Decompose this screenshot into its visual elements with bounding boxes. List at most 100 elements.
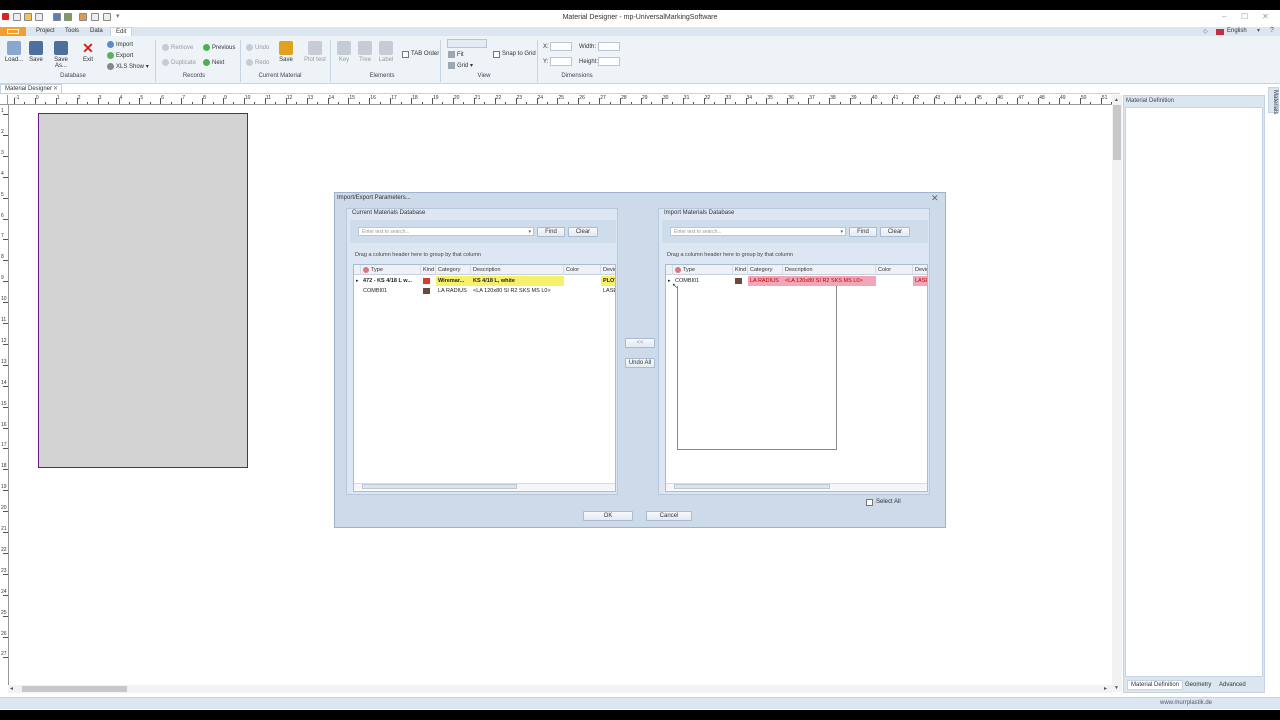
plot-test-button[interactable]: Plot test <box>302 41 328 63</box>
ruler-tick-label: 50 <box>1080 95 1087 101</box>
menu-edit[interactable]: Edit <box>110 27 133 36</box>
save-as-button[interactable]: Save As... <box>48 41 74 69</box>
col-device[interactable]: Devic <box>913 265 927 275</box>
label-button[interactable]: Label <box>376 41 396 63</box>
dropdown-chevron-icon[interactable] <box>35 13 43 21</box>
y-input[interactable] <box>550 57 572 66</box>
previous-button[interactable]: Previous <box>203 44 235 51</box>
chevrons-icon[interactable]: ◇ <box>1203 28 1208 35</box>
import-search-input[interactable]: Enter text to search... ▾ <box>670 227 846 236</box>
menu-data[interactable]: Data <box>85 27 108 36</box>
export-button[interactable]: Export <box>107 52 133 59</box>
col-color[interactable]: Color <box>564 265 601 275</box>
table-row[interactable]: ▸ 472 - KS 4/18 L w... Wiremar... KS 4/1… <box>354 276 615 286</box>
search-dropdown-icon[interactable]: ▾ <box>528 228 531 236</box>
undo-button[interactable]: Undo <box>246 44 269 51</box>
filter-icon[interactable] <box>675 266 681 273</box>
printer-icon <box>308 41 322 55</box>
tab-geometry[interactable]: Geometry <box>1185 682 1211 688</box>
col-color[interactable]: Color <box>876 265 913 275</box>
col-type[interactable]: Type <box>673 265 733 275</box>
current-clear-button[interactable]: Clear <box>568 227 598 237</box>
ok-button[interactable]: OK <box>583 511 633 521</box>
exit-button[interactable]: ✕ Exit <box>78 41 98 63</box>
maximize-icon[interactable]: ☐ <box>1241 12 1248 21</box>
col-type[interactable]: Type <box>361 265 421 275</box>
vertical-scrollbar[interactable] <box>1112 95 1122 692</box>
tab-advanced[interactable]: Advanced <box>1219 682 1246 688</box>
table-row[interactable]: ▸ COMBI01 LA RADIUS <LA 120x80 SI R2 SKS… <box>666 276 927 286</box>
horizontal-scrollbar-thumb[interactable] <box>22 686 127 692</box>
load-button[interactable]: Load... <box>4 41 24 63</box>
tab-material-definition[interactable]: Material Definition <box>1127 680 1184 690</box>
select-all-checkbox[interactable] <box>866 499 873 506</box>
vertical-scrollbar-thumb[interactable] <box>1113 105 1121 160</box>
current-search-input[interactable]: Enter text to search... ▾ <box>358 227 534 236</box>
width-input[interactable] <box>598 42 620 51</box>
col-category[interactable]: Category <box>748 265 783 275</box>
file-menu-button[interactable] <box>0 27 26 36</box>
ruler-tick <box>870 98 872 104</box>
material-save-button[interactable]: Save <box>276 41 296 63</box>
transfer-left-button[interactable]: << <box>625 338 655 348</box>
menu-project[interactable]: Project <box>31 27 60 36</box>
grid-button[interactable]: Grid ▾ <box>448 62 473 69</box>
scroll-down-icon[interactable]: ▼ <box>1114 685 1119 691</box>
import-clear-button[interactable]: Clear <box>880 227 910 237</box>
import-hscroll-thumb[interactable] <box>674 484 830 489</box>
new-doc-icon[interactable] <box>13 13 21 21</box>
scroll-up-icon[interactable]: ▲ <box>1114 97 1119 103</box>
save-icon[interactable] <box>53 13 61 21</box>
scroll-left-icon[interactable]: ◂ <box>10 685 13 692</box>
key-button[interactable]: Key <box>334 41 354 63</box>
layout-icon[interactable] <box>91 13 99 21</box>
current-hscroll-thumb[interactable] <box>362 484 517 489</box>
refresh-icon[interactable] <box>103 13 111 21</box>
open-folder-icon[interactable] <box>24 13 32 21</box>
minimize-icon[interactable]: – <box>1222 12 1226 21</box>
snap-to-grid-checkbox[interactable] <box>493 51 500 58</box>
import-button[interactable]: Import <box>107 41 133 48</box>
material-sheet[interactable] <box>38 113 248 468</box>
scroll-right-icon[interactable]: ▸ <box>1104 685 1107 692</box>
materials-side-tab[interactable]: Materials <box>1268 87 1279 114</box>
duplicate-button[interactable]: Duplicate <box>162 59 196 66</box>
menu-tools[interactable]: Tools <box>60 27 84 36</box>
fit-button[interactable]: Fit <box>448 51 464 58</box>
col-kind[interactable]: Kind <box>733 265 748 275</box>
zoom-slider[interactable] <box>447 39 487 48</box>
current-find-button[interactable]: Find <box>537 227 565 237</box>
col-description[interactable]: Description <box>783 265 876 275</box>
undo-all-button[interactable]: Undo All <box>625 358 655 368</box>
save-db-button[interactable]: Save <box>26 41 46 63</box>
col-device[interactable]: Devic <box>601 265 615 275</box>
remove-button[interactable]: Remove <box>162 44 193 51</box>
xls-show-button[interactable]: XLS Show ▾ <box>107 63 149 70</box>
chevron-down-icon[interactable]: ▾ <box>116 12 120 20</box>
dialog-close-icon[interactable]: ✕ <box>931 193 939 204</box>
print-icon[interactable] <box>79 13 87 21</box>
col-kind[interactable]: Kind <box>421 265 436 275</box>
language-select[interactable]: English <box>1227 27 1247 36</box>
save-all-icon[interactable] <box>64 13 72 21</box>
close-window-icon[interactable]: ✕ <box>1262 12 1269 21</box>
horizontal-scrollbar[interactable] <box>8 685 1112 693</box>
table-row[interactable]: COMBI01 LA RADIUS <LA 120x80 SI R2 SKS M… <box>354 286 615 296</box>
xls-icon <box>107 63 114 70</box>
import-find-button[interactable]: Find <box>849 227 877 237</box>
x-input[interactable] <box>550 42 572 51</box>
language-dropdown-icon[interactable]: ▾ <box>1257 27 1260 34</box>
tab-order-checkbox[interactable] <box>402 51 409 58</box>
col-description[interactable]: Description <box>471 265 564 275</box>
height-input[interactable] <box>598 57 620 66</box>
website-link[interactable]: www.murrplastik.de <box>1160 700 1212 706</box>
help-icon[interactable]: ? <box>1270 27 1274 34</box>
filter-icon[interactable] <box>363 266 369 273</box>
next-button[interactable]: Next <box>203 59 224 66</box>
col-category[interactable]: Category <box>436 265 471 275</box>
current-grid <box>353 264 616 492</box>
redo-button[interactable]: Redo <box>246 59 269 66</box>
tree-button[interactable]: Tree <box>355 41 375 63</box>
cancel-button[interactable]: Cancel <box>646 511 692 521</box>
search-dropdown-icon[interactable]: ▾ <box>840 228 843 236</box>
